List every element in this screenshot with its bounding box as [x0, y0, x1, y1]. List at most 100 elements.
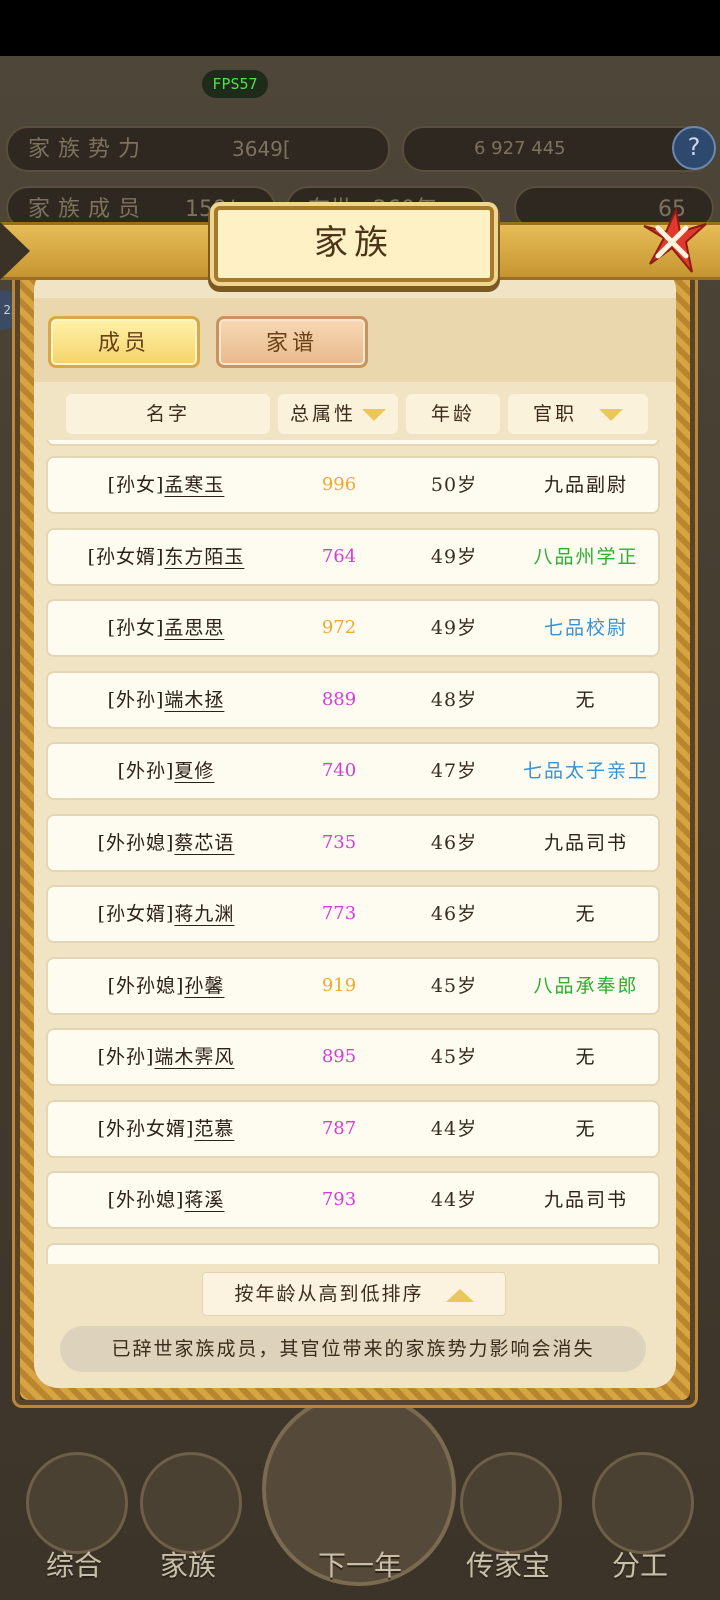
- member-name-link[interactable]: 蒋九渊: [174, 903, 234, 925]
- member-official: 七品太子亲卫: [522, 760, 649, 782]
- bg-resource-values: 6 927 445: [474, 138, 566, 159]
- member-total-attr: 919: [321, 974, 357, 996]
- column-total-attr[interactable]: 总属性: [278, 394, 398, 434]
- member-age: 44岁: [430, 1189, 478, 1211]
- member-total-attr: 735: [321, 831, 357, 853]
- bg-power-label: 家族势力: [28, 137, 149, 162]
- member-total-attr: 889: [321, 688, 357, 710]
- member-official: 无: [575, 1046, 597, 1068]
- member-name[interactable]: [外孙媳]孙馨: [48, 959, 284, 1013]
- member-name[interactable]: [外孙媳]蔡芯语: [48, 816, 284, 870]
- member-name-link[interactable]: 孟思思: [164, 617, 224, 639]
- member-name[interactable]: [孙女婿]蒋九渊: [48, 887, 284, 941]
- bg-members-label: 家族成员: [28, 197, 149, 222]
- fps-counter: FPS57: [202, 70, 268, 98]
- member-name-link[interactable]: 范慕: [194, 1118, 234, 1140]
- member-name-link[interactable]: 蒋溪: [184, 1189, 224, 1211]
- member-total-attr: 740: [321, 760, 357, 781]
- member-age: 46岁: [430, 831, 478, 854]
- member-list[interactable]: [孙女]孟寒玉 996 50岁 九品副尉 [孙女婿]东方陌玉 764 49岁 八品州学正 [孙女…: [44, 440, 666, 1264]
- member-total-attr: 773: [321, 903, 357, 924]
- member-name-link[interactable]: 孟寒玉: [164, 474, 224, 496]
- notice-text: 已辞世家族成员，其官位带来的家族势力影响会消失: [60, 1326, 646, 1372]
- member-age: 49岁: [430, 617, 478, 639]
- column-official-label: 官职: [532, 403, 577, 425]
- member-official: 九品司书: [543, 1189, 628, 1211]
- member-row[interactable]: [外孙]端木霁风 895 45岁 无: [46, 1028, 660, 1086]
- nav-assign[interactable]: 分工: [580, 1432, 700, 1582]
- member-name[interactable]: [外孙媳]蒋溪: [48, 1173, 284, 1227]
- house-icon: [140, 1452, 242, 1554]
- member-total-attr: 787: [321, 1117, 357, 1139]
- member-row[interactable]: [孙女婿]东方陌玉 764 49岁 八品州学正: [46, 527, 660, 586]
- member-row[interactable]: [孙女]孟寒玉 996 50岁 九品副尉: [46, 456, 660, 514]
- member-name-link[interactable]: 孙馨: [184, 975, 224, 997]
- member-age: 46岁: [430, 903, 478, 925]
- list-item-partial: [46, 1242, 660, 1264]
- member-age: 45岁: [430, 1046, 478, 1068]
- nav-label: 下一年: [317, 1549, 402, 1582]
- member-row[interactable]: [外孙]夏修 740 47岁 七品太子亲卫: [46, 742, 660, 800]
- close-button[interactable]: [636, 206, 708, 278]
- tab-genealogy[interactable]: 家谱: [216, 316, 368, 368]
- member-name[interactable]: [孙女]孟寒玉: [48, 458, 284, 512]
- member-relation: [外孙]: [107, 688, 165, 711]
- member-name-link[interactable]: 端木霁风: [154, 1046, 234, 1068]
- bg-power-value: 3649[: [232, 137, 291, 161]
- member-row[interactable]: [孙女]孟思思 972 49岁 七品校尉: [46, 599, 660, 657]
- nav-family[interactable]: 家族: [128, 1432, 248, 1582]
- member-row[interactable]: [外孙媳]蒋溪 793 44岁 九品司书: [46, 1171, 660, 1229]
- treasure-icon: [460, 1452, 562, 1554]
- member-name-link[interactable]: 夏修: [174, 760, 214, 782]
- member-relation: [外孙媳]: [97, 831, 175, 854]
- member-relation: [孙女]: [107, 617, 165, 639]
- member-total-attr: 793: [321, 1189, 357, 1210]
- member-official: 无: [575, 903, 597, 925]
- member-name[interactable]: [外孙]端木霁风: [48, 1030, 284, 1084]
- sort-button-label: 按年龄从高到低排序: [234, 1283, 424, 1305]
- member-age: 45岁: [430, 974, 478, 997]
- member-name[interactable]: [外孙]端木拯: [48, 673, 284, 727]
- member-total-attr: 895: [321, 1046, 357, 1067]
- member-official: 无: [575, 1117, 597, 1140]
- member-row[interactable]: [外孙媳]蔡芯语 735 46岁 九品司书: [46, 813, 660, 872]
- sort-button[interactable]: 按年龄从高到低排序: [202, 1272, 506, 1316]
- list-item-partial: [46, 440, 660, 446]
- member-row[interactable]: [外孙女婿]范慕 787 44岁 无: [46, 1099, 660, 1158]
- dialog-title: 家族: [314, 223, 394, 263]
- member-total-attr: 996: [321, 474, 357, 495]
- member-name-link[interactable]: 端木拯: [164, 689, 224, 711]
- member-name[interactable]: [外孙]夏修: [48, 744, 284, 798]
- nav-general[interactable]: 综合: [14, 1432, 134, 1582]
- member-name-link[interactable]: 蔡芯语: [174, 832, 234, 854]
- member-relation: [孙女婿]: [87, 545, 165, 568]
- member-official: 八品州学正: [533, 545, 639, 568]
- column-age[interactable]: 年龄: [406, 394, 500, 434]
- nav-next-year[interactable]: 下一年: [296, 1432, 424, 1582]
- member-name[interactable]: [孙女]孟思思: [48, 601, 284, 655]
- column-total-attr-label: 总属性: [289, 403, 356, 425]
- member-row[interactable]: [孙女婿]蒋九渊 773 46岁 无: [46, 885, 660, 943]
- member-relation: [外孙]: [97, 1046, 155, 1068]
- member-name[interactable]: [外孙女婿]范慕: [48, 1102, 284, 1156]
- member-name-link[interactable]: 东方陌玉: [164, 546, 244, 568]
- help-icon[interactable]: ?: [672, 126, 716, 170]
- nav-heirloom[interactable]: 传家宝: [448, 1432, 568, 1582]
- column-official[interactable]: 官职: [508, 394, 648, 434]
- member-relation: [孙女婿]: [97, 903, 175, 925]
- member-official: 九品司书: [543, 831, 628, 854]
- member-age: 49岁: [430, 545, 478, 568]
- nav-label: 综合: [45, 1549, 102, 1582]
- sort-down-icon: [599, 409, 623, 421]
- member-row[interactable]: [外孙]端木拯 889 48岁 无: [46, 670, 660, 729]
- tab-members[interactable]: 成员: [48, 316, 200, 368]
- person-icon: [592, 1452, 694, 1554]
- member-relation: [外孙女婿]: [97, 1117, 195, 1140]
- member-name[interactable]: [孙女婿]东方陌玉: [48, 530, 284, 584]
- member-relation: [外孙媳]: [107, 1189, 185, 1211]
- bg-power-panel: 家族势力: [6, 126, 390, 172]
- member-row[interactable]: [外孙媳]孙馨 919 45岁 八品承奉郎: [46, 956, 660, 1015]
- sort-down-icon: [362, 409, 386, 421]
- member-official: 无: [575, 688, 597, 711]
- member-age: 44岁: [430, 1117, 478, 1140]
